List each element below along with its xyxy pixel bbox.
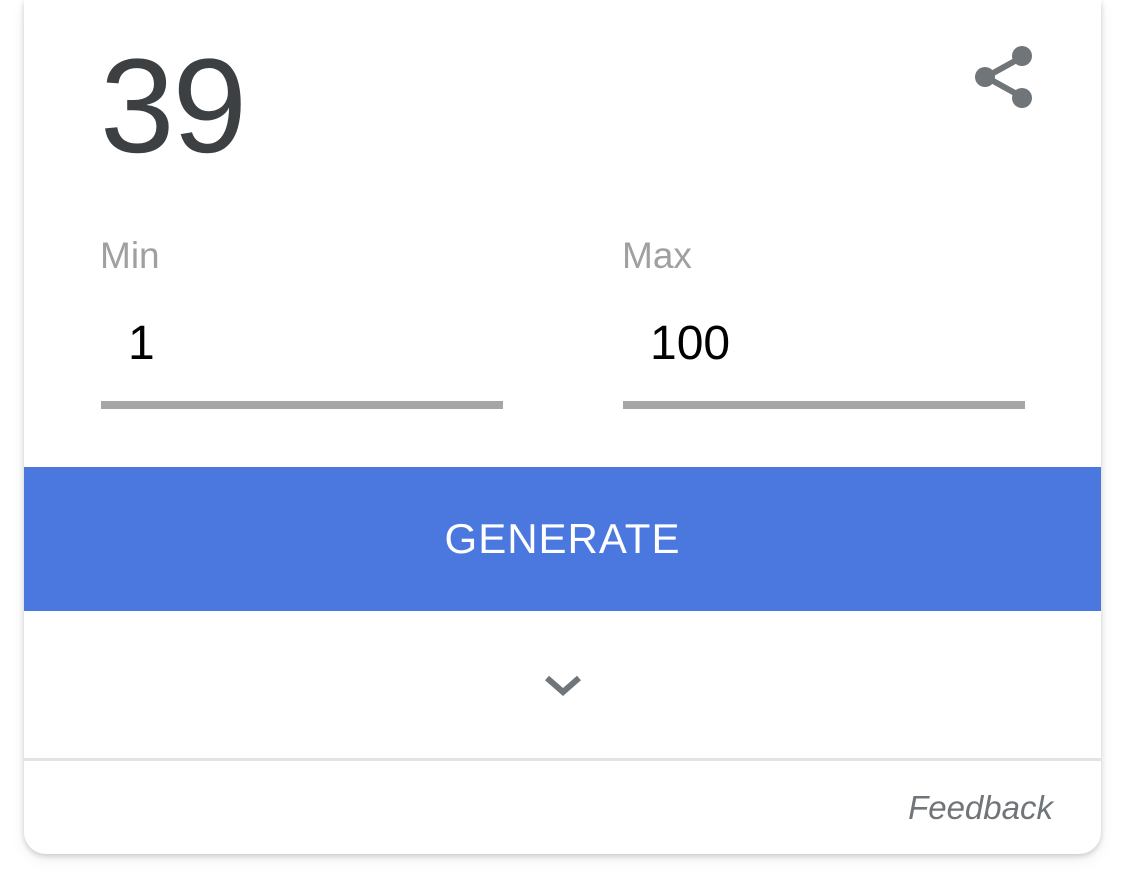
generate-button[interactable]: GENERATE: [24, 467, 1101, 611]
random-number-card: 39 Min Max GENERATE Feedback: [24, 0, 1101, 854]
page: 39 Min Max GENERATE Feedback: [0, 0, 1125, 880]
generated-number: 39: [100, 32, 247, 181]
share-icon: [975, 46, 1032, 108]
footer-divider: [24, 758, 1101, 761]
min-input[interactable]: [100, 305, 502, 381]
max-label: Max: [622, 235, 692, 276]
max-input[interactable]: [622, 305, 1024, 381]
min-underline: [101, 401, 503, 409]
min-label: Min: [100, 235, 160, 276]
max-underline: [623, 401, 1025, 409]
expand-button[interactable]: [24, 611, 1101, 758]
share-button[interactable]: [972, 44, 1036, 110]
chevron-down-icon: [544, 675, 581, 696]
feedback-link[interactable]: Feedback: [908, 788, 1053, 828]
